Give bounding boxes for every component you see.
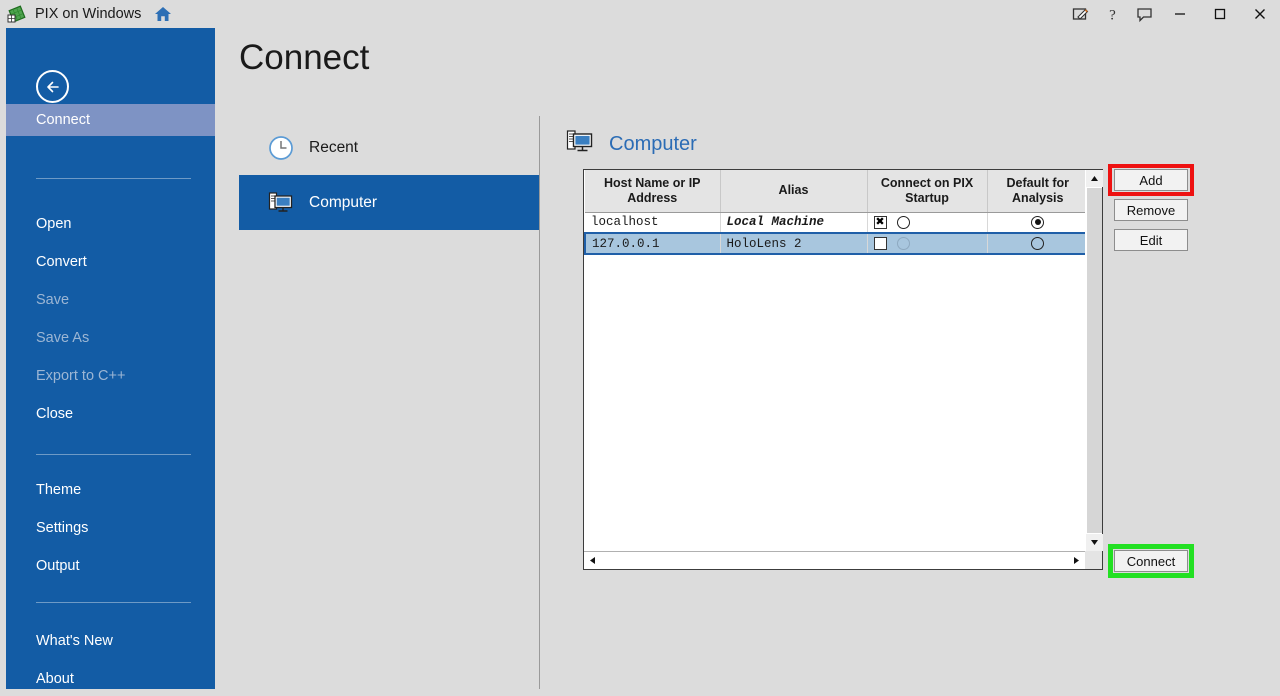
default-for-analysis-radio[interactable] — [1030, 237, 1044, 250]
horizontal-scrollbar[interactable] — [584, 551, 1085, 569]
column-header-default-for-analysis[interactable]: Default for Analysis — [987, 170, 1085, 213]
maximize-button[interactable] — [1200, 0, 1240, 28]
panel-heading-label: Computer — [609, 133, 697, 155]
connect-source-list: Recent Computer — [239, 120, 539, 230]
sidebar-item-label: Convert — [36, 254, 87, 270]
computer-icon — [267, 189, 295, 217]
panel-heading: Computer — [566, 128, 697, 161]
sidebar-item-convert[interactable]: Convert — [6, 246, 215, 278]
sidebar-item-settings[interactable]: Settings — [6, 512, 215, 544]
scrollbar-corner — [1085, 551, 1102, 569]
sidebar-item-about[interactable]: About — [6, 663, 215, 689]
sidebar-item-label: What's New — [36, 633, 113, 649]
sidebar-item-label: Open — [36, 216, 72, 232]
sidebar-item-label: Save As — [36, 330, 90, 346]
add-button-highlight — [1108, 164, 1194, 196]
computer-list-viewport: Host Name or IP Address Alias Connect on… — [584, 170, 1085, 551]
connect-source-label: Recent — [309, 138, 359, 156]
cell-alias: Local Machine — [720, 212, 868, 234]
computer-icon — [566, 128, 596, 161]
sidebar-item-export-to-cpp: Export to C++ — [6, 360, 215, 392]
scroll-up-arrow-icon[interactable] — [1086, 170, 1103, 187]
sidebar-item-label: About — [36, 671, 74, 687]
vertical-scrollbar[interactable] — [1085, 170, 1103, 551]
panel-divider — [539, 116, 540, 689]
cell-default-for-analysis — [987, 212, 1085, 234]
scroll-right-arrow-icon[interactable] — [1068, 552, 1085, 569]
table-row[interactable]: localhost Local Machine ✖ — [585, 212, 1085, 234]
window-title: PIX on Windows — [35, 6, 142, 22]
feedback-icon[interactable] — [1064, 0, 1096, 28]
remove-button[interactable]: Remove — [1114, 199, 1188, 221]
startup-checkbox[interactable] — [873, 237, 887, 250]
sidebar-item-label: Output — [36, 558, 80, 574]
close-button[interactable] — [1240, 0, 1280, 28]
startup-radio[interactable] — [896, 215, 910, 229]
home-icon[interactable] — [153, 4, 173, 24]
back-button[interactable] — [36, 70, 69, 103]
connect-source-label: Computer — [309, 193, 378, 211]
sidebar-divider-2 — [36, 454, 191, 455]
page-title: Connect — [239, 38, 370, 77]
scroll-down-arrow-icon[interactable] — [1086, 534, 1103, 551]
sidebar-item-whats-new[interactable]: What's New — [6, 625, 215, 657]
startup-radio[interactable] — [896, 237, 910, 250]
cell-host: 127.0.0.1 — [584, 232, 721, 255]
cell-alias: HoloLens 2 — [720, 232, 868, 255]
title-bar: PIX on Windows ? — [0, 0, 1280, 28]
vertical-scrollbar-thumb[interactable] — [1087, 188, 1102, 533]
table-row[interactable]: 127.0.0.1 HoloLens 2 — [584, 232, 1085, 255]
computer-list-container: Host Name or IP Address Alias Connect on… — [583, 169, 1103, 570]
sidebar-item-theme[interactable]: Theme — [6, 474, 215, 506]
svg-text:?: ? — [1109, 7, 1116, 23]
cell-connect-on-startup — [867, 232, 988, 255]
sidebar-item-label: Connect — [36, 112, 91, 128]
startup-checkbox[interactable]: ✖ — [873, 215, 887, 229]
sidebar-item-open[interactable]: Open — [6, 208, 215, 240]
column-header-host[interactable]: Host Name or IP Address — [585, 170, 721, 213]
sidebar-divider-3 — [36, 602, 191, 603]
computer-table: Host Name or IP Address Alias Connect on… — [584, 170, 1085, 255]
sidebar-item-label: Settings — [36, 520, 89, 536]
column-header-alias[interactable]: Alias — [720, 170, 868, 213]
clock-icon — [267, 134, 295, 162]
help-icon[interactable]: ? — [1096, 0, 1128, 28]
pix-on-windows-window: PIX on Windows ? Connect Open Convert Sa… — [0, 0, 1280, 696]
sidebar-item-output[interactable]: Output — [6, 550, 215, 582]
cell-connect-on-startup: ✖ — [867, 212, 988, 234]
default-for-analysis-radio[interactable] — [1031, 215, 1045, 229]
edit-button[interactable]: Edit — [1114, 229, 1188, 251]
sidebar-item-label: Theme — [36, 482, 82, 498]
table-header-row: Host Name or IP Address Alias Connect on… — [585, 170, 1085, 213]
sidebar-item-save: Save — [6, 284, 215, 316]
cell-default-for-analysis — [987, 232, 1085, 255]
left-navigation-panel: Connect Open Convert Save Save As Export… — [6, 28, 215, 689]
sidebar-item-close[interactable]: Close — [6, 398, 215, 430]
column-header-connect-on-startup[interactable]: Connect on PIX Startup — [867, 170, 988, 213]
cell-host: localhost — [585, 212, 721, 234]
pix-diamond-icon — [7, 4, 27, 24]
sidebar-item-label: Save — [36, 292, 70, 308]
connect-button-highlight — [1108, 544, 1194, 578]
sidebar-item-connect[interactable]: Connect — [6, 104, 215, 136]
scroll-left-arrow-icon[interactable] — [584, 552, 601, 569]
minimize-button[interactable] — [1160, 0, 1200, 28]
comment-icon[interactable] — [1128, 0, 1160, 28]
connect-source-computer[interactable]: Computer — [239, 175, 539, 230]
sidebar-item-label: Export to C++ — [36, 368, 126, 384]
connect-source-recent[interactable]: Recent — [239, 120, 539, 175]
sidebar-item-save-as: Save As — [6, 322, 215, 354]
sidebar-divider-1 — [36, 178, 191, 179]
sidebar-item-label: Close — [36, 406, 74, 422]
